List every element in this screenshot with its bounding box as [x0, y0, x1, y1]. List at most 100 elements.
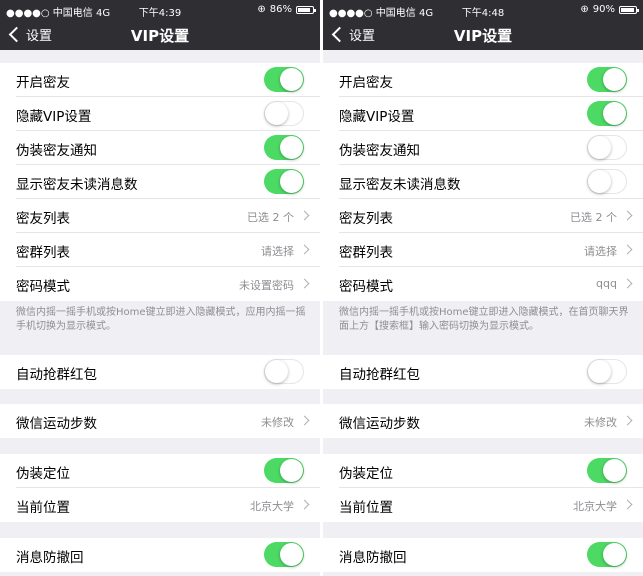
row-red-packet[interactable]: 自动抢群红包 [0, 355, 320, 389]
toggle-knob [265, 360, 288, 383]
row-red-packet[interactable]: 自动抢群红包 [323, 355, 643, 389]
battery-fill [298, 7, 310, 12]
chevron-right-icon [299, 415, 310, 426]
nav-bar: 设置 VIP设置 [323, 20, 643, 50]
screen-right: ●●●●○ 中国电信 4G 下午4:48 ⊕ 90% 设置 VIP设置 开启密友… [323, 0, 643, 576]
open-friends-toggle[interactable] [264, 67, 304, 92]
row-hide-vip[interactable]: 隐藏VIP设置 [323, 97, 643, 131]
battery-fill [621, 7, 634, 12]
row-hide-vip[interactable]: 隐藏VIP设置 [0, 97, 320, 131]
row-label: 密友列表 [339, 211, 393, 227]
row-group-list[interactable]: 密群列表 请选择 [323, 233, 643, 267]
anti-recall-toggle[interactable] [264, 542, 304, 567]
toggle-knob [588, 170, 611, 193]
red-packet-toggle[interactable] [264, 359, 304, 384]
row-label: 密码模式 [16, 279, 70, 295]
battery-percent: 90% [592, 4, 615, 15]
row-label: 伪装定位 [339, 466, 393, 482]
chevron-right-icon [299, 499, 310, 510]
row-steps[interactable]: 微信运动步数 未修改 [0, 404, 320, 438]
row-label: 隐藏VIP设置 [16, 109, 92, 125]
row-fake-notify[interactable]: 伪装密友通知 [0, 131, 320, 165]
chevron-right-icon [299, 244, 310, 255]
row-current-location[interactable]: 当前位置 北京大学 [323, 488, 643, 522]
chevron-right-icon [622, 415, 633, 426]
row-open-friends[interactable]: 开启密友 [0, 63, 320, 97]
chevron-right-icon [299, 210, 310, 221]
row-anti-recall[interactable]: 消息防撤回 [323, 538, 643, 572]
row-steps[interactable]: 微信运动步数 未修改 [323, 404, 643, 438]
row-password-mode[interactable]: 密码模式 qqq [323, 267, 643, 301]
rotation-lock-icon: ⊕ [580, 4, 589, 15]
toggle-knob [280, 459, 303, 482]
row-show-unread[interactable]: 显示密友未读消息数 [0, 165, 320, 199]
chevron-right-icon [622, 278, 633, 289]
hide-vip-toggle[interactable] [264, 101, 304, 126]
toggle-knob [588, 360, 611, 383]
row-fake-location[interactable]: 伪装定位 [0, 454, 320, 488]
row-label: 伪装密友通知 [339, 143, 420, 159]
toggle-knob [280, 543, 303, 566]
status-bar: ●●●●○ 中国电信 4G 下午4:48 ⊕ 90% [323, 0, 643, 20]
row-group-list[interactable]: 密群列表 请选择 [0, 233, 320, 267]
row-friend-list[interactable]: 密友列表 已选 2 个 [0, 199, 320, 233]
row-show-unread[interactable]: 显示密友未读消息数 [323, 165, 643, 199]
row-fake-location[interactable]: 伪装定位 [323, 454, 643, 488]
row-value: 未修改 [584, 416, 617, 429]
battery-icon [619, 5, 639, 14]
row-value: 请选择 [261, 245, 294, 258]
screen-left: ●●●●○ 中国电信 4G 下午4:39 ⊕ 86% 设置 VIP设置 开启密友… [0, 0, 320, 576]
fake-location-toggle[interactable] [264, 458, 304, 483]
row-label: 当前位置 [16, 500, 70, 516]
screenshot-canvas: ●●●●○ 中国电信 4G 下午4:39 ⊕ 86% 设置 VIP设置 开启密友… [0, 0, 643, 576]
open-friends-toggle[interactable] [587, 67, 627, 92]
row-open-friends[interactable]: 开启密友 [323, 63, 643, 97]
nav-bar: 设置 VIP设置 [0, 20, 320, 50]
red-packet-toggle[interactable] [587, 359, 627, 384]
status-bar: ●●●●○ 中国电信 4G 下午4:39 ⊕ 86% [0, 0, 320, 20]
row-label: 密群列表 [16, 245, 70, 261]
row-value: 北京大学 [573, 500, 617, 513]
page-title: VIP设置 [130, 27, 190, 45]
hide-vip-toggle[interactable] [587, 101, 627, 126]
row-value: 请选择 [584, 245, 617, 258]
row-friend-list[interactable]: 密友列表 已选 2 个 [323, 199, 643, 233]
battery-icon [296, 5, 316, 14]
row-anti-recall[interactable]: 消息防撤回 [0, 538, 320, 572]
row-value: qqq [596, 277, 617, 290]
row-value: 未修改 [261, 416, 294, 429]
row-label: 密群列表 [339, 245, 393, 261]
show-unread-toggle[interactable] [264, 169, 304, 194]
fake-notify-toggle[interactable] [264, 135, 304, 160]
toggle-knob [588, 136, 611, 159]
row-value: 北京大学 [250, 500, 294, 513]
row-label: 显示密友未读消息数 [16, 177, 138, 193]
help-note: 微信内摇一摇手机或按Home键立即进入隐藏模式，在首页聊天界面上方【搜索框】输入… [339, 307, 629, 332]
toggle-knob [603, 102, 626, 125]
row-value: 已选 2 个 [570, 211, 617, 224]
battery-percent: 86% [269, 4, 292, 15]
fake-location-toggle[interactable] [587, 458, 627, 483]
toggle-knob [603, 543, 626, 566]
rotation-lock-icon: ⊕ [257, 4, 266, 15]
show-unread-toggle[interactable] [587, 169, 627, 194]
row-label: 消息防撤回 [16, 550, 84, 566]
page-title: VIP设置 [453, 27, 513, 45]
row-label: 隐藏VIP设置 [339, 109, 415, 125]
toggle-knob [280, 68, 303, 91]
fake-notify-toggle[interactable] [587, 135, 627, 160]
toggle-knob [280, 170, 303, 193]
row-label: 微信运动步数 [339, 416, 420, 432]
row-password-mode[interactable]: 密码模式 未设置密码 [0, 267, 320, 301]
row-fake-notify[interactable]: 伪装密友通知 [323, 131, 643, 165]
anti-recall-toggle[interactable] [587, 542, 627, 567]
row-value: 未设置密码 [239, 279, 294, 292]
row-label: 开启密友 [16, 75, 70, 91]
toggle-knob [603, 459, 626, 482]
row-label: 密友列表 [16, 211, 70, 227]
status-right: ⊕ 86% [257, 4, 316, 15]
chevron-right-icon [299, 278, 310, 289]
row-label: 当前位置 [339, 500, 393, 516]
row-label: 伪装密友通知 [16, 143, 97, 159]
row-current-location[interactable]: 当前位置 北京大学 [0, 488, 320, 522]
